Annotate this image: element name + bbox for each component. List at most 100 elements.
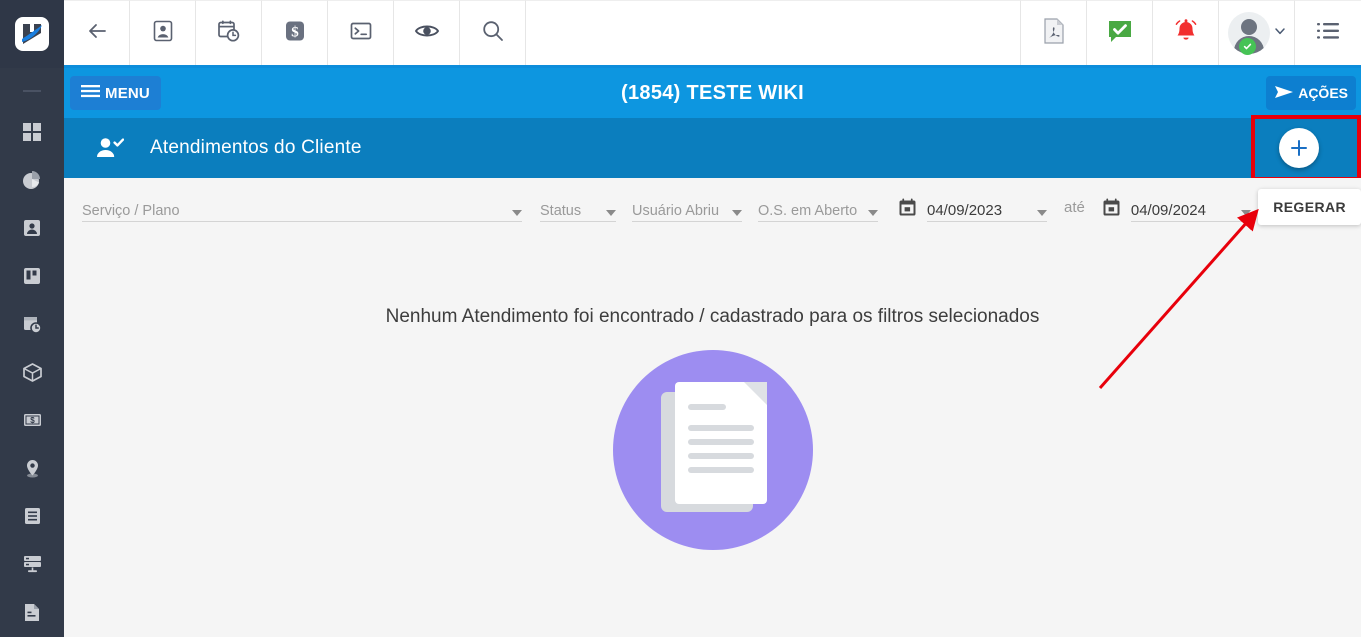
sidebar-item-documents[interactable] [0, 588, 64, 636]
main-content: Serviço / Plano Status Usuário Abriu O.S… [64, 178, 1361, 637]
page-title: (1854) TESTE WIKI [621, 81, 804, 104]
illustration-front-page [674, 382, 767, 504]
toolbar-schedule-button[interactable] [196, 0, 262, 65]
kanban-board-icon [23, 267, 41, 285]
user-check-icon [96, 136, 124, 160]
usuario-abriu-select[interactable]: Usuário Abriu [632, 192, 742, 222]
os-em-aberto-select[interactable]: O.S. em Aberto [758, 192, 878, 222]
toolbar-pdf-button[interactable] [1021, 0, 1087, 65]
date-range-group: 04/09/2023 até 04/09/2024 [898, 192, 1251, 222]
empty-state-message: Nenhum Atendimento foi encontrado / cada… [385, 306, 1040, 327]
chevron-down-icon [606, 210, 616, 216]
add-button[interactable] [1279, 128, 1319, 168]
sidebar-item-contacts[interactable] [0, 204, 64, 252]
toolbar-view-button[interactable] [394, 0, 460, 65]
list-menu-icon [1316, 20, 1340, 47]
toolbar-finance-button[interactable]: $ [262, 0, 328, 65]
sidebar-item-finance[interactable]: $ [0, 396, 64, 444]
date-to-value: 04/09/2024 [1130, 202, 1206, 219]
grid-dashboard-icon [23, 123, 41, 141]
actions-button[interactable]: AÇÕES [1266, 76, 1356, 110]
green-check-icon [1107, 18, 1133, 49]
page-header-bar: MENU (1854) TESTE WIKI AÇÕES [64, 68, 1361, 118]
online-status-badge [1238, 38, 1256, 55]
actions-button-label: AÇÕES [1298, 85, 1348, 101]
pie-chart-icon [22, 170, 42, 190]
document-icon [24, 603, 40, 622]
sidebar-divider [23, 90, 41, 92]
calendar-clock-icon [23, 315, 42, 334]
search-icon [481, 19, 505, 48]
toolbar-client-button[interactable] [130, 0, 196, 65]
application-window: $ $ MENU (1854) TESTE WIKI AÇÕES Atendim… [0, 0, 1361, 637]
back-arrow-icon [85, 19, 109, 48]
sidebar-item-location[interactable] [0, 444, 64, 492]
illustration-page-fold [743, 382, 767, 405]
eye-icon [414, 18, 440, 49]
svg-text:$: $ [30, 416, 35, 425]
chevron-down-icon [512, 210, 522, 216]
sidebar-item-products[interactable] [0, 348, 64, 396]
toolbar-search-button[interactable] [460, 0, 526, 65]
toolbar-menu-button[interactable] [1295, 0, 1361, 65]
status-label: Status [540, 202, 582, 219]
usuario-abriu-label: Usuário Abriu [632, 202, 720, 219]
money-bill-icon: $ [23, 412, 42, 428]
sidebar-item-dashboard[interactable] [0, 108, 64, 156]
regerar-button[interactable]: REGERAR [1258, 189, 1361, 225]
list-lines-icon [24, 507, 41, 525]
chevron-down-icon [868, 210, 878, 216]
chevron-down-icon [1274, 24, 1286, 42]
map-pin-icon [24, 459, 41, 478]
section-header-bar: Atendimentos do Cliente [64, 118, 1361, 178]
money-dollar-icon: $ [283, 19, 307, 48]
menu-button[interactable]: MENU [70, 76, 161, 110]
box-package-icon [22, 362, 42, 382]
left-sidebar: $ [0, 0, 64, 637]
documents-illustration [612, 350, 813, 550]
toolbar-notifications-button[interactable] [1153, 0, 1219, 65]
toolbar-user-menu[interactable] [1219, 0, 1295, 65]
calendar-clock-icon [217, 19, 241, 48]
date-from-value: 04/09/2023 [927, 202, 1003, 219]
send-arrow-icon [1274, 84, 1294, 103]
servico-plano-label: Serviço / Plano [82, 202, 180, 219]
sidebar-item-board[interactable] [0, 252, 64, 300]
section-title: Atendimentos do Cliente [150, 137, 362, 158]
sidebar-item-schedule[interactable] [0, 300, 64, 348]
date-to-input[interactable]: 04/09/2024 [1130, 192, 1251, 222]
servico-plano-select[interactable]: Serviço / Plano [82, 192, 522, 222]
calendar-icon[interactable] [1102, 198, 1121, 217]
chevron-down-icon [1037, 210, 1047, 216]
terminal-console-icon [349, 19, 373, 48]
avatar [1227, 12, 1270, 55]
date-from-input[interactable]: 04/09/2023 [927, 192, 1047, 222]
date-range-separator-label: até [1064, 198, 1085, 216]
sidebar-item-network[interactable] [0, 540, 64, 588]
menu-button-label: MENU [105, 84, 150, 102]
red-bell-icon [1173, 18, 1199, 49]
sidebar-item-reports[interactable] [0, 156, 64, 204]
hiper-logo [15, 17, 49, 51]
chevron-down-icon [1240, 210, 1251, 216]
toolbar-tasks-button[interactable] [1087, 0, 1153, 65]
svg-text:$: $ [291, 24, 299, 40]
calendar-icon[interactable] [898, 198, 917, 217]
filters-bar: Serviço / Plano Status Usuário Abriu O.S… [64, 178, 1361, 236]
contact-card-icon [23, 219, 41, 237]
chevron-down-icon [732, 210, 742, 216]
status-select[interactable]: Status [540, 192, 616, 222]
contact-card-icon [152, 20, 174, 47]
app-logo[interactable] [0, 0, 64, 68]
hamburger-icon [81, 84, 100, 102]
toolbar-empty-area [526, 0, 1021, 65]
empty-state-illustration [64, 350, 1361, 550]
pdf-file-icon [1042, 17, 1066, 49]
toolbar-back-button[interactable] [64, 0, 130, 65]
server-rack-icon [23, 555, 42, 573]
toolbar-console-button[interactable] [328, 0, 394, 65]
os-em-aberto-label: O.S. em Aberto [758, 202, 858, 219]
sidebar-nav: $ [0, 108, 64, 636]
top-toolbar: $ [64, 0, 1361, 68]
sidebar-item-list[interactable] [0, 492, 64, 540]
